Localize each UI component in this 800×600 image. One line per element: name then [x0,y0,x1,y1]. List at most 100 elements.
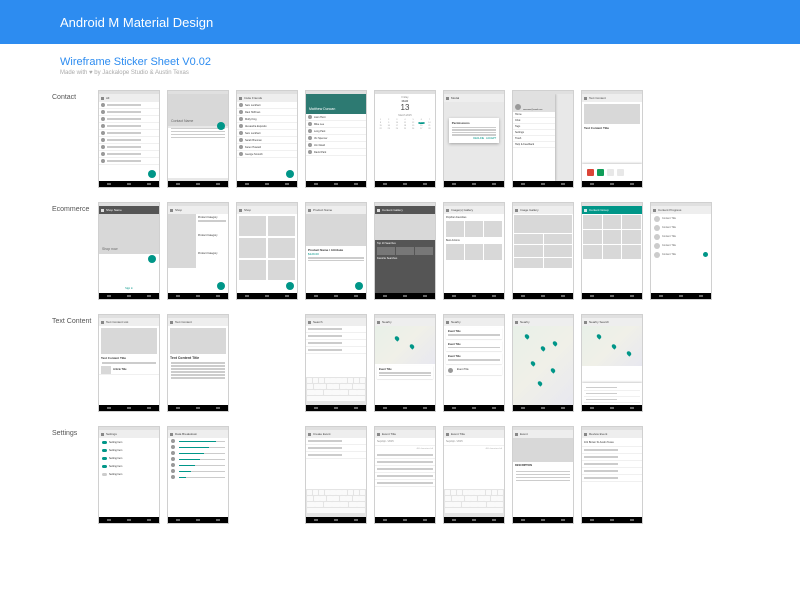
screen-data-breakdown: Data Breakdown [167,426,229,524]
subheader-note: Made with ♥ by Jackalope Studio & Austin… [60,70,740,76]
navbar[interactable] [651,293,711,299]
fab-cart[interactable] [286,282,294,290]
navbar[interactable] [375,405,435,411]
back-icon[interactable] [170,321,173,324]
navbar[interactable] [513,181,573,187]
back-icon[interactable] [653,209,656,212]
toggle[interactable] [102,465,107,468]
play-icon[interactable] [703,252,708,257]
back-icon[interactable] [446,321,449,324]
fab-edit[interactable] [217,122,225,130]
back-icon[interactable] [515,433,518,436]
page-title: Android M Material Design [60,15,213,30]
navbar[interactable] [99,517,159,523]
navbar[interactable] [513,517,573,523]
back-icon[interactable] [101,433,104,436]
fab-add[interactable] [148,170,156,178]
menu-icon[interactable] [101,209,104,212]
screen-content-gallery: Content Gallery Top 10 Searches Favorite… [374,202,436,300]
back-icon[interactable] [308,321,311,324]
app-icon-hangouts[interactable] [597,169,604,176]
back-icon[interactable] [308,433,311,436]
back-icon[interactable] [515,321,518,324]
navbar[interactable] [306,293,366,299]
navbar[interactable] [375,517,435,523]
navbar[interactable] [513,293,573,299]
fab-buy[interactable] [355,282,363,290]
row-text-content: Text Content Text Content List Text Cont… [52,314,760,412]
menu-icon[interactable] [584,209,587,212]
toggle[interactable] [102,457,107,460]
fab-shop[interactable] [148,255,156,263]
navbar[interactable] [375,181,435,187]
app-icon-more[interactable] [617,169,624,176]
navbar[interactable] [444,405,504,411]
app-icon-gmail[interactable] [587,169,594,176]
navbar[interactable] [513,405,573,411]
screen-shop-grid: Shop [236,202,298,300]
app-icon-drive[interactable] [607,169,614,176]
screen-shop-home: Shop Name Shop now Sign in [98,202,160,300]
navbar[interactable] [99,293,159,299]
back-icon[interactable] [584,321,587,324]
subheader-title: Wireframe Sticker Sheet V0.02 [60,56,740,68]
back-icon[interactable] [377,321,380,324]
menu-icon[interactable] [101,321,104,324]
navbar[interactable] [582,181,642,187]
back-icon[interactable] [446,433,449,436]
navbar[interactable] [306,181,366,187]
menu-icon[interactable] [446,209,449,212]
back-icon[interactable] [584,97,587,100]
navbar[interactable] [168,517,228,523]
back-icon[interactable] [239,209,242,212]
screen-event-form-2: Event Title Sep/Apr / 2015 400 character… [443,426,505,524]
navbar[interactable] [582,517,642,523]
screen-image-gallery: Image(s) Gallery Pop/Fan Favorites Best … [443,202,505,300]
page-header: Android M Material Design [0,0,800,44]
keyboard[interactable] [306,377,366,405]
back-icon[interactable] [515,209,518,212]
subheader: Wireframe Sticker Sheet V0.02 Made with … [0,44,800,80]
screen-content-group: Content Group [581,202,643,300]
fab-cart[interactable] [217,282,225,290]
row-label: Contact [52,90,98,101]
navbar[interactable] [99,405,159,411]
menu-icon[interactable] [101,97,104,100]
navbar[interactable] [237,293,297,299]
back-icon[interactable] [170,209,173,212]
screen-map-pins: Nearby [512,314,574,412]
navbar[interactable] [444,517,504,523]
navbar[interactable] [444,293,504,299]
navbar[interactable] [582,405,642,411]
toggle[interactable] [102,473,107,476]
screen-product: Product Name Product Name / Attribute $1… [305,202,367,300]
navbar[interactable] [168,181,228,187]
permissions-dialog: Permissions DECLINE ACCEPT [449,118,499,143]
row-label: Ecommerce [52,202,98,213]
menu-icon[interactable] [377,209,380,212]
navbar[interactable] [306,405,366,411]
row-contact: Contact All [52,90,760,188]
fab-confirm[interactable] [286,170,294,178]
navbar[interactable] [582,293,642,299]
back-icon[interactable] [446,97,449,100]
screen-bottomsheet: Text Content Text Content Title [581,90,643,188]
back-icon[interactable] [377,433,380,436]
keyboard[interactable] [306,489,366,517]
toggle[interactable] [102,441,107,444]
navbar[interactable] [444,181,504,187]
screen-contact-list: All [98,90,160,188]
navbar[interactable] [168,405,228,411]
back-icon[interactable] [170,433,173,436]
screen-shop-list: Shop Product Category Product Category P… [167,202,229,300]
navbar[interactable] [306,517,366,523]
navbar[interactable] [375,293,435,299]
keyboard[interactable] [444,489,504,517]
toggle[interactable] [102,449,107,452]
back-icon[interactable] [239,97,242,100]
back-icon[interactable] [584,433,587,436]
navbar[interactable] [99,181,159,187]
back-icon[interactable] [308,209,311,212]
navbar[interactable] [168,293,228,299]
navbar[interactable] [237,181,297,187]
